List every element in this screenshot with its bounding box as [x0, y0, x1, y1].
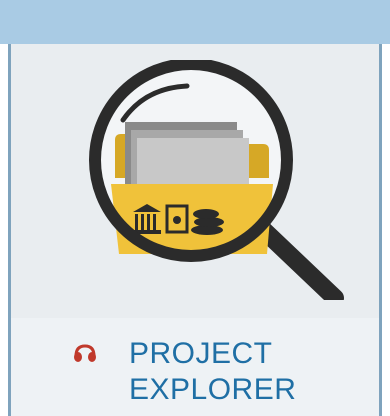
- project-explorer-tile[interactable]: PROJECT EXPLORER: [0, 44, 390, 416]
- headphones-icon: [74, 344, 96, 362]
- tile-label[interactable]: PROJECT EXPLORER: [129, 336, 359, 408]
- header-bar: [0, 0, 390, 44]
- magnifier-folder-icon: [89, 60, 344, 300]
- tile-label-line1: PROJECT: [129, 337, 273, 370]
- tile-label-line2: EXPLORER: [129, 373, 297, 406]
- tile-caption[interactable]: PROJECT EXPLORER: [8, 318, 382, 416]
- tile-image-area[interactable]: [8, 44, 382, 318]
